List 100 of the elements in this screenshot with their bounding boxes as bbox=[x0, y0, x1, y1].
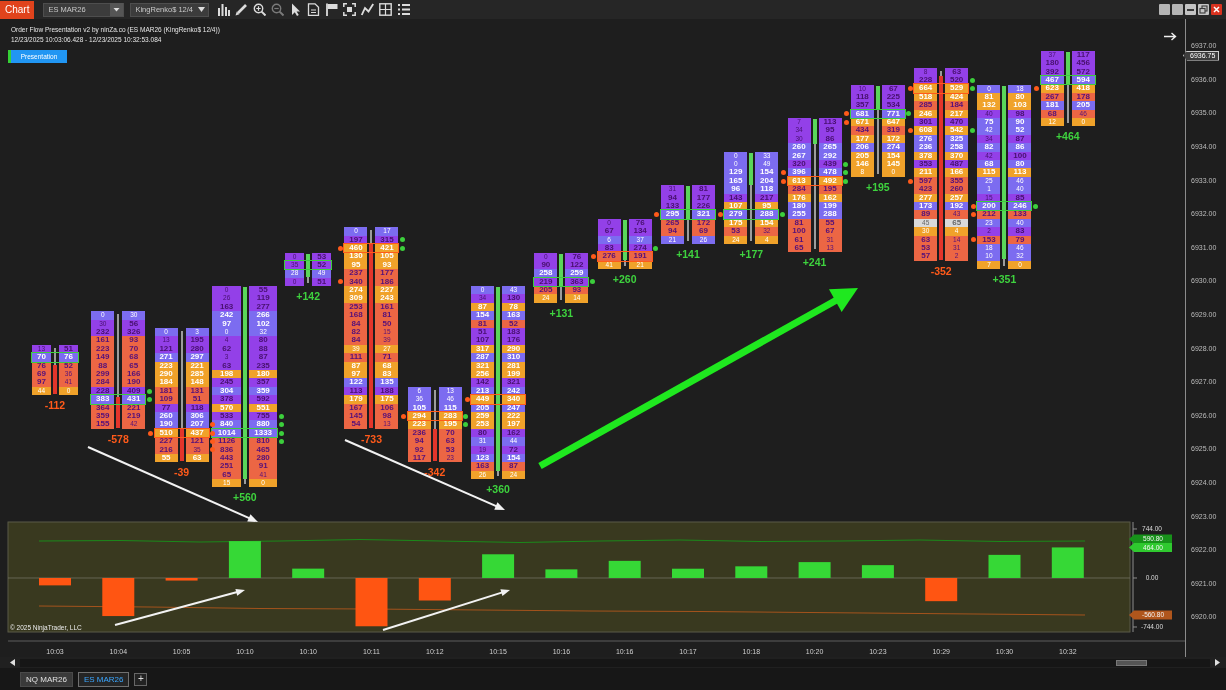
bid-volume-cell: 443 bbox=[212, 453, 241, 463]
pencil-icon[interactable] bbox=[235, 3, 249, 16]
caret-icon[interactable] bbox=[198, 7, 206, 12]
ask-volume-cell: 363 bbox=[565, 277, 589, 287]
bid-volume-cell: 276 bbox=[597, 252, 621, 261]
ask-volume-cell: 67 bbox=[881, 84, 905, 93]
bid-volume-cell: 223 bbox=[91, 344, 115, 354]
ask-volume-cell: 243 bbox=[375, 294, 399, 303]
bid-volume-cell: 236 bbox=[914, 143, 938, 152]
bid-volume-cell: 228 bbox=[914, 76, 938, 85]
bid-volume-cell: 623 bbox=[1040, 84, 1064, 93]
ask-volume-cell: 85 bbox=[1008, 193, 1032, 202]
ask-volume-cell: 113 bbox=[1008, 168, 1032, 177]
ask-volume-cell: 306 bbox=[185, 412, 209, 421]
bid-volume-cell: 168 bbox=[344, 311, 368, 320]
bid-volume-cell: 276 bbox=[914, 134, 938, 144]
bid-volume-cell: 320 bbox=[787, 160, 811, 169]
ask-volume-cell: 418 bbox=[1071, 84, 1095, 93]
bid-volume-cell: 255 bbox=[787, 210, 811, 219]
ask-volume-cell: 93 bbox=[122, 336, 146, 345]
caret-icon[interactable] bbox=[110, 3, 124, 16]
ask-volume-cell: 172 bbox=[691, 218, 715, 228]
chart-tab[interactable]: Chart bbox=[0, 0, 35, 19]
arrow-right-icon[interactable] bbox=[1164, 32, 1177, 41]
ask-volume-cell: 594 bbox=[1071, 76, 1095, 85]
ask-volume-cell: 93 bbox=[565, 286, 589, 295]
zoom-in-icon[interactable] bbox=[253, 3, 267, 16]
bid-volume-cell: 163 bbox=[471, 462, 495, 471]
ask-volume-cell: 69 bbox=[691, 227, 715, 236]
ask-volume-cell: 63 bbox=[438, 437, 462, 446]
ask-volume-cell: 100 bbox=[1008, 151, 1032, 160]
bar-chart-icon[interactable] bbox=[217, 3, 231, 16]
bid-volume-cell: 260 bbox=[787, 143, 811, 152]
ask-volume-cell: 880 bbox=[248, 420, 278, 429]
bid-volume-cell: 54 bbox=[344, 420, 368, 429]
bid-volume-cell: 51 bbox=[471, 328, 495, 337]
expand-icon[interactable] bbox=[343, 3, 357, 16]
ask-volume-cell: 277 bbox=[248, 302, 278, 312]
ask-volume-cell: 437 bbox=[185, 428, 209, 438]
bid-volume-cell: 309 bbox=[344, 294, 368, 303]
bid-volume-cell: 165 bbox=[724, 176, 748, 186]
ask-volume-cell: 88 bbox=[248, 344, 278, 354]
ask-volume-cell: 105 bbox=[375, 252, 399, 261]
ask-volume-cell: 118 bbox=[185, 403, 209, 412]
bid-volume-cell: 70 bbox=[32, 353, 51, 362]
ask-volume-cell: 280 bbox=[185, 344, 209, 354]
delta-bar bbox=[39, 578, 71, 586]
restore-icon[interactable] bbox=[1198, 4, 1209, 15]
caret-left-icon[interactable] bbox=[10, 659, 15, 666]
bid-volume-cell: 294 bbox=[407, 412, 431, 421]
bid-volume-cell: 353 bbox=[914, 160, 938, 169]
ask-volume-cell: 551 bbox=[248, 403, 278, 412]
grid-icon[interactable] bbox=[379, 3, 393, 16]
bid-volume-cell: 253 bbox=[471, 420, 495, 429]
ask-volume-cell: 113 bbox=[818, 118, 842, 127]
flag-icon[interactable] bbox=[325, 3, 339, 16]
bid-volume-cell: 227 bbox=[154, 437, 178, 446]
bid-volume-cell: 613 bbox=[787, 176, 811, 186]
add-tab-button[interactable]: + bbox=[134, 672, 148, 686]
close-icon[interactable] bbox=[1211, 4, 1222, 15]
document-icon[interactable] bbox=[307, 3, 321, 16]
list-icon[interactable] bbox=[397, 3, 411, 16]
ask-volume-cell: 121 bbox=[185, 437, 209, 446]
bid-volume-cell: 94 bbox=[660, 227, 684, 236]
line-chart-icon[interactable] bbox=[361, 3, 375, 16]
ask-volume-cell: 227 bbox=[375, 286, 399, 295]
bid-volume-cell: 205 bbox=[471, 403, 495, 412]
bid-volume-cell: 61 bbox=[787, 235, 811, 244]
ask-volume-cell: 274 bbox=[881, 143, 905, 152]
bid-volume-cell: 90 bbox=[534, 260, 558, 270]
ask-volume-cell: 288 bbox=[818, 210, 842, 219]
ask-volume-cell: 163 bbox=[502, 311, 526, 320]
ask-volume-cell: 51 bbox=[59, 344, 78, 354]
ask-volume-cell: 197 bbox=[502, 420, 526, 429]
ask-volume-cell: 65 bbox=[122, 361, 146, 371]
scrollbar-thumb[interactable] bbox=[1116, 659, 1147, 666]
ask-volume-cell: 161 bbox=[375, 302, 399, 312]
zoom-out-icon[interactable] bbox=[271, 3, 285, 16]
bid-volume-cell: 145 bbox=[344, 411, 368, 421]
ask-volume-cell: 76 bbox=[628, 218, 652, 228]
bid-volume-cell: 213 bbox=[471, 386, 495, 396]
instrument-tab[interactable]: ES MAR26 bbox=[77, 671, 130, 687]
bid-volume-cell: 295 bbox=[660, 210, 684, 219]
delta-bar bbox=[1051, 547, 1084, 578]
instrument-tab[interactable]: NQ MAR26 bbox=[20, 671, 73, 687]
ask-volume-cell: 83 bbox=[375, 369, 399, 379]
horizontal-scrollbar[interactable] bbox=[20, 658, 1210, 667]
bid-volume-cell: 100 bbox=[787, 227, 811, 236]
ask-volume-cell: 87 bbox=[1008, 134, 1032, 144]
minimize-icon[interactable] bbox=[1185, 4, 1196, 15]
ask-volume-cell: 154 bbox=[755, 218, 779, 228]
ask-volume-cell: 274 bbox=[628, 244, 652, 253]
bid-volume-cell: 53 bbox=[724, 227, 748, 236]
delta-bar bbox=[735, 566, 768, 578]
ask-volume-cell: 465 bbox=[248, 445, 278, 454]
bid-volume-cell: 96 bbox=[724, 185, 748, 194]
caret-right-icon[interactable] bbox=[1215, 659, 1220, 666]
bid-volume-cell: 82 bbox=[344, 328, 368, 337]
ask-volume-cell: 80 bbox=[248, 336, 278, 345]
bid-volume-cell: 597 bbox=[914, 176, 938, 186]
